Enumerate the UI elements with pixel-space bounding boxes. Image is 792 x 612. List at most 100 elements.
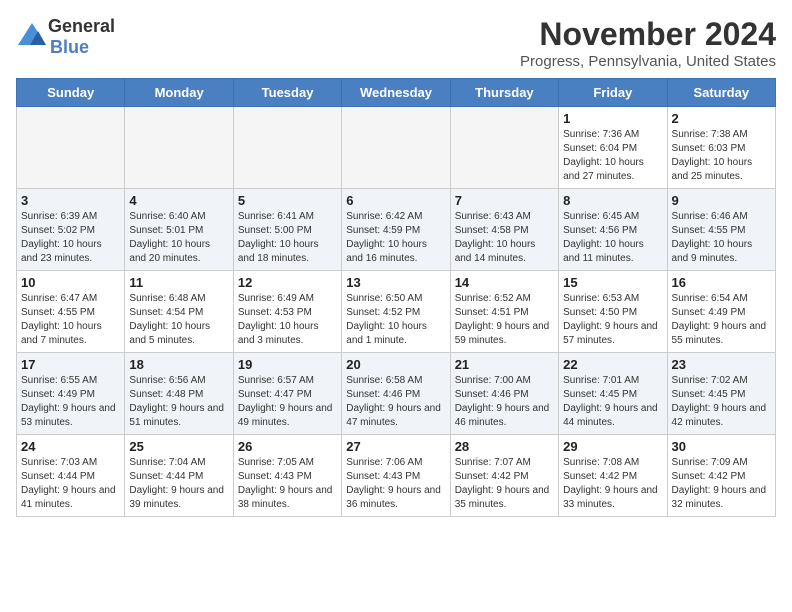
day-number: 10	[21, 275, 120, 290]
day-info: Sunrise: 6:48 AM Sunset: 4:54 PM Dayligh…	[129, 292, 228, 348]
calendar-day-empty	[450, 107, 558, 189]
calendar-day-17: 17 Sunrise: 6:55 AM Sunset: 4:49 PM Dayli…	[17, 353, 125, 435]
day-number: 29	[563, 439, 662, 454]
day-info: Sunrise: 6:58 AM Sunset: 4:46 PM Dayligh…	[346, 374, 445, 430]
calendar-day-28: 28Sunrise: 7:07 AM Sunset: 4:42 PM Dayli…	[450, 435, 558, 517]
day-header-saturday: Saturday	[667, 79, 775, 107]
calendar-day-empty	[125, 107, 233, 189]
day-info: Sunrise: 6:39 AM Sunset: 5:02 PM Dayligh…	[21, 210, 120, 266]
calendar-day-15: 15 Sunrise: 6:53 AM Sunset: 4:50 PM Dayli…	[559, 271, 667, 353]
calendar-day-empty	[342, 107, 450, 189]
day-info: Sunrise: 7:08 AM Sunset: 4:42 PM Dayligh…	[563, 456, 662, 512]
day-info: Sunrise: 6:40 AM Sunset: 5:01 PM Dayligh…	[129, 210, 228, 266]
calendar-day-21: 21 Sunrise: 7:00 AM Sunset: 4:46 PM Dayli…	[450, 353, 558, 435]
day-number: 2	[672, 111, 771, 126]
day-info: Sunrise: 7:00 AM Sunset: 4:46 PM Dayligh…	[455, 374, 554, 430]
day-header-wednesday: Wednesday	[342, 79, 450, 107]
day-header-tuesday: Tuesday	[233, 79, 341, 107]
calendar-day-3: 3Sunrise: 6:39 AM Sunset: 5:02 PM Daylig…	[17, 189, 125, 271]
day-info: Sunrise: 6:55 AM Sunset: 4:49 PM Dayligh…	[21, 374, 120, 430]
logo-icon	[16, 21, 48, 54]
day-info: Sunrise: 6:57 AM Sunset: 4:47 PM Dayligh…	[238, 374, 337, 430]
day-number: 30	[672, 439, 771, 454]
calendar-day-9: 9Sunrise: 6:46 AM Sunset: 4:55 PM Daylig…	[667, 189, 775, 271]
day-info: Sunrise: 7:06 AM Sunset: 4:43 PM Dayligh…	[346, 456, 445, 512]
day-number: 21	[455, 357, 554, 372]
day-info: Sunrise: 7:02 AM Sunset: 4:45 PM Dayligh…	[672, 374, 771, 430]
calendar-day-10: 10 Sunrise: 6:47 AM Sunset: 4:55 PM Dayli…	[17, 271, 125, 353]
calendar-day-30: 30 Sunrise: 7:09 AM Sunset: 4:42 PM Dayli…	[667, 435, 775, 517]
calendar-day-11: 11 Sunrise: 6:48 AM Sunset: 4:54 PM Dayli…	[125, 271, 233, 353]
calendar-day-29: 29 Sunrise: 7:08 AM Sunset: 4:42 PM Dayli…	[559, 435, 667, 517]
calendar-week-row: 3Sunrise: 6:39 AM Sunset: 5:02 PM Daylig…	[17, 189, 776, 271]
day-info: Sunrise: 7:38 AM Sunset: 6:03 PM Dayligh…	[672, 128, 771, 184]
title-area: November 2024 Progress, Pennsylvania, Un…	[520, 16, 776, 70]
day-number: 23	[672, 357, 771, 372]
day-number: 27	[346, 439, 445, 454]
day-info: Sunrise: 6:53 AM Sunset: 4:50 PM Dayligh…	[563, 292, 662, 348]
calendar-day-16: 16 Sunrise: 6:54 AM Sunset: 4:49 PM Dayli…	[667, 271, 775, 353]
day-number: 6	[346, 193, 445, 208]
calendar-day-18: 18 Sunrise: 6:56 AM Sunset: 4:48 PM Dayli…	[125, 353, 233, 435]
calendar-day-8: 8 Sunrise: 6:45 AM Sunset: 4:56 PM Daylig…	[559, 189, 667, 271]
day-header-thursday: Thursday	[450, 79, 558, 107]
calendar-day-22: 22Sunrise: 7:01 AM Sunset: 4:45 PM Dayli…	[559, 353, 667, 435]
day-info: Sunrise: 6:43 AM Sunset: 4:58 PM Dayligh…	[455, 210, 554, 266]
calendar-day-empty	[233, 107, 341, 189]
calendar-day-2: 2 Sunrise: 7:38 AM Sunset: 6:03 PM Daylig…	[667, 107, 775, 189]
day-info: Sunrise: 7:09 AM Sunset: 4:42 PM Dayligh…	[672, 456, 771, 512]
calendar-day-7: 7Sunrise: 6:43 AM Sunset: 4:58 PM Daylig…	[450, 189, 558, 271]
calendar-day-1: 1Sunrise: 7:36 AM Sunset: 6:04 PM Daylig…	[559, 107, 667, 189]
day-number: 11	[129, 275, 228, 290]
day-number: 15	[563, 275, 662, 290]
day-number: 17	[21, 357, 120, 372]
day-info: Sunrise: 6:56 AM Sunset: 4:48 PM Dayligh…	[129, 374, 228, 430]
day-number: 14	[455, 275, 554, 290]
day-header-sunday: Sunday	[17, 79, 125, 107]
calendar-day-13: 13 Sunrise: 6:50 AM Sunset: 4:52 PM Dayli…	[342, 271, 450, 353]
day-number: 20	[346, 357, 445, 372]
calendar-day-27: 27 Sunrise: 7:06 AM Sunset: 4:43 PM Dayli…	[342, 435, 450, 517]
calendar-day-19: 19 Sunrise: 6:57 AM Sunset: 4:47 PM Dayli…	[233, 353, 341, 435]
calendar-week-row: 10 Sunrise: 6:47 AM Sunset: 4:55 PM Dayli…	[17, 271, 776, 353]
day-number: 12	[238, 275, 337, 290]
calendar-day-4: 4Sunrise: 6:40 AM Sunset: 5:01 PM Daylig…	[125, 189, 233, 271]
calendar-day-14: 14 Sunrise: 6:52 AM Sunset: 4:51 PM Dayli…	[450, 271, 558, 353]
day-number: 9	[672, 193, 771, 208]
day-info: Sunrise: 7:01 AM Sunset: 4:45 PM Dayligh…	[563, 374, 662, 430]
page-header: General Blue November 2024 Progress, Pen…	[16, 16, 776, 70]
day-info: Sunrise: 6:54 AM Sunset: 4:49 PM Dayligh…	[672, 292, 771, 348]
logo-blue-text: Blue	[50, 37, 89, 57]
calendar-day-empty	[17, 107, 125, 189]
calendar-day-6: 6Sunrise: 6:42 AM Sunset: 4:59 PM Daylig…	[342, 189, 450, 271]
day-header-monday: Monday	[125, 79, 233, 107]
calendar-day-23: 23 Sunrise: 7:02 AM Sunset: 4:45 PM Dayli…	[667, 353, 775, 435]
day-number: 26	[238, 439, 337, 454]
calendar-day-12: 12 Sunrise: 6:49 AM Sunset: 4:53 PM Dayli…	[233, 271, 341, 353]
day-info: Sunrise: 6:52 AM Sunset: 4:51 PM Dayligh…	[455, 292, 554, 348]
day-number: 28	[455, 439, 554, 454]
day-number: 5	[238, 193, 337, 208]
calendar-day-26: 26 Sunrise: 7:05 AM Sunset: 4:43 PM Dayli…	[233, 435, 341, 517]
location-text: Progress, Pennsylvania, United States	[520, 53, 776, 70]
day-number: 25	[129, 439, 228, 454]
day-number: 13	[346, 275, 445, 290]
day-info: Sunrise: 6:41 AM Sunset: 5:00 PM Dayligh…	[238, 210, 337, 266]
day-info: Sunrise: 6:45 AM Sunset: 4:56 PM Dayligh…	[563, 210, 662, 266]
day-number: 19	[238, 357, 337, 372]
day-info: Sunrise: 6:50 AM Sunset: 4:52 PM Dayligh…	[346, 292, 445, 348]
day-number: 8	[563, 193, 662, 208]
month-title: November 2024	[520, 16, 776, 53]
day-number: 18	[129, 357, 228, 372]
day-info: Sunrise: 6:49 AM Sunset: 4:53 PM Dayligh…	[238, 292, 337, 348]
day-info: Sunrise: 7:05 AM Sunset: 4:43 PM Dayligh…	[238, 456, 337, 512]
calendar-day-24: 24Sunrise: 7:03 AM Sunset: 4:44 PM Dayli…	[17, 435, 125, 517]
calendar-week-row: 1Sunrise: 7:36 AM Sunset: 6:04 PM Daylig…	[17, 107, 776, 189]
logo: General Blue	[16, 16, 115, 58]
calendar-week-row: 24Sunrise: 7:03 AM Sunset: 4:44 PM Dayli…	[17, 435, 776, 517]
calendar-day-20: 20 Sunrise: 6:58 AM Sunset: 4:46 PM Dayli…	[342, 353, 450, 435]
day-number: 16	[672, 275, 771, 290]
logo-general-text: General	[48, 16, 115, 36]
calendar-header-row: SundayMondayTuesdayWednesdayThursdayFrid…	[17, 79, 776, 107]
day-info: Sunrise: 6:47 AM Sunset: 4:55 PM Dayligh…	[21, 292, 120, 348]
